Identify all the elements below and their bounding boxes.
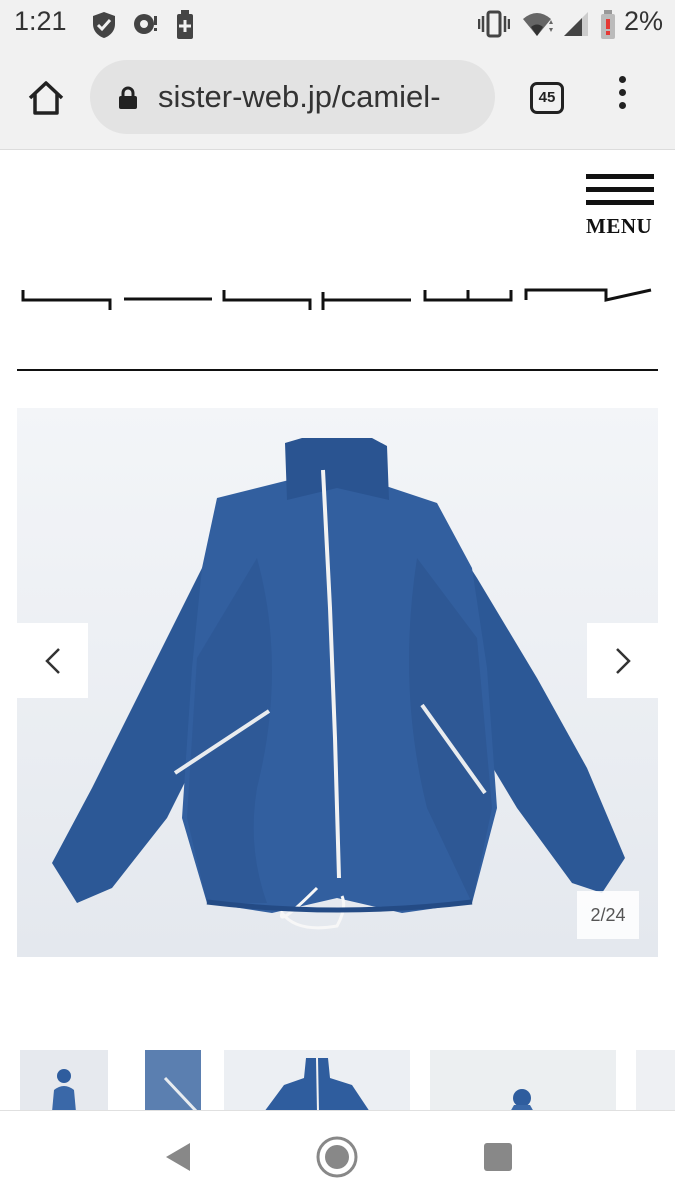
shield-check-icon <box>93 12 115 38</box>
battery-saver-icon <box>177 10 193 39</box>
header-divider <box>17 369 658 371</box>
lock-icon <box>119 86 137 109</box>
carousel-counter: 2/24 <box>577 891 639 939</box>
thumbnail-strip <box>0 1050 675 1112</box>
status-time: 1:21 <box>14 6 67 36</box>
browser-toolbar: sister-web.jp/camiel- 45 <box>0 48 675 150</box>
thumbnail[interactable] <box>636 1050 675 1112</box>
site-logo[interactable] <box>20 282 660 322</box>
product-image-carousel[interactable]: 2/24 <box>17 408 658 957</box>
chevron-right-icon <box>615 647 631 674</box>
hamburger-icon <box>586 174 654 179</box>
home-circle-icon[interactable] <box>315 1135 359 1179</box>
system-nav-bar <box>0 1110 675 1200</box>
tab-switcher-button[interactable]: 45 <box>530 82 564 114</box>
address-bar[interactable]: sister-web.jp/camiel- <box>90 60 495 134</box>
menu-button[interactable]: MENU <box>586 174 656 238</box>
back-triangle-icon[interactable] <box>158 1135 202 1179</box>
vibrate-icon <box>478 10 510 38</box>
carousel-next-button[interactable] <box>587 623 658 698</box>
battery-low-icon <box>601 10 615 39</box>
wifi-icon <box>523 13 553 36</box>
thumbnail[interactable] <box>430 1050 616 1112</box>
status-bar: 1:21 2% <box>0 0 675 48</box>
url-text: sister-web.jp/camiel- <box>158 79 441 114</box>
recents-square-icon[interactable] <box>476 1135 520 1179</box>
menu-label: MENU <box>586 214 653 238</box>
thumbnail[interactable] <box>145 1050 201 1112</box>
thumbnail[interactable] <box>224 1050 410 1112</box>
cast-icon <box>134 14 157 34</box>
battery-percent: 2% <box>623 6 663 36</box>
carousel-prev-button[interactable] <box>17 623 88 698</box>
more-vert-icon[interactable] <box>612 76 632 120</box>
thumbnail[interactable] <box>20 1050 108 1112</box>
signal-icon <box>564 12 588 36</box>
home-icon[interactable] <box>26 78 66 118</box>
product-photo-jacket <box>17 408 658 957</box>
chevron-left-icon <box>44 647 60 674</box>
